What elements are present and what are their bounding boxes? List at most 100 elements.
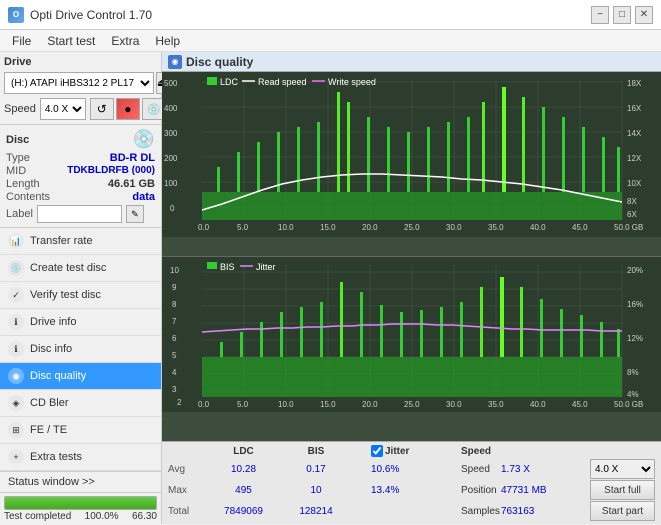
label-edit-button[interactable]: ✎ — [126, 205, 144, 223]
svg-text:15.0: 15.0 — [320, 400, 336, 409]
svg-text:4%: 4% — [627, 390, 639, 399]
ldc-max-value: 495 — [206, 485, 281, 496]
svg-text:0.0: 0.0 — [198, 223, 210, 232]
svg-text:5.0: 5.0 — [237, 400, 249, 409]
sidebar-item-disc-info[interactable]: ℹ Disc info — [0, 336, 161, 363]
right-panel: ◉ Disc quality — [162, 52, 661, 524]
svg-text:45.0: 45.0 — [572, 400, 588, 409]
start-part-button[interactable]: Start part — [590, 501, 655, 521]
position-static-label: Position — [461, 485, 501, 496]
jitter-checkbox-row: Jitter — [371, 445, 461, 457]
speed-test-select[interactable]: 4.0 X — [590, 459, 655, 479]
svg-text:200: 200 — [164, 154, 178, 163]
progress-value: 100.0% — [85, 511, 119, 522]
nav-disc-quality-label: Disc quality — [30, 370, 86, 382]
menu-help[interactable]: Help — [147, 32, 188, 50]
start-full-button[interactable]: Start full — [590, 480, 655, 500]
speed-column-header: Speed — [461, 446, 501, 457]
jitter-header: Jitter — [385, 446, 409, 457]
sidebar-item-fe-te[interactable]: ⊞ FE / TE — [0, 417, 161, 444]
svg-text:10: 10 — [170, 266, 179, 275]
svg-text:10.0: 10.0 — [278, 223, 294, 232]
svg-text:300: 300 — [164, 129, 178, 138]
contents-label: Contents — [6, 191, 50, 203]
refresh-speed-button[interactable]: ↺ — [90, 98, 114, 120]
sidebar-item-verify-test-disc[interactable]: ✓ Verify test disc — [0, 282, 161, 309]
nav-create-test-label: Create test disc — [30, 262, 106, 274]
menu-start-test[interactable]: Start test — [39, 32, 103, 50]
svg-text:20.0: 20.0 — [362, 223, 378, 232]
svg-text:3: 3 — [172, 385, 177, 394]
svg-text:12X: 12X — [627, 154, 642, 163]
stats-panel: LDC BIS Jitter Speed Avg 10.28 0.17 10.6… — [162, 441, 661, 524]
menu-file[interactable]: File — [4, 32, 39, 50]
nav-cd-bler-label: CD Bler — [30, 397, 69, 409]
disc-label-input[interactable] — [37, 205, 122, 223]
type-label: Type — [6, 152, 30, 164]
svg-text:0.0: 0.0 — [198, 400, 210, 409]
status-window-button[interactable]: Status window >> — [0, 472, 161, 493]
maximize-button[interactable]: □ — [613, 6, 631, 24]
svg-text:20%: 20% — [627, 266, 643, 275]
title-bar-text: Opti Drive Control 1.70 — [30, 8, 152, 22]
sidebar-item-extra-tests[interactable]: + Extra tests — [0, 444, 161, 471]
bis-avg-value: 0.17 — [281, 464, 351, 475]
transfer-rate-icon: 📊 — [8, 233, 24, 249]
jitter-checkbox[interactable] — [371, 445, 383, 457]
ldc-avg-value: 10.28 — [206, 464, 281, 475]
total-label: Total — [168, 506, 206, 517]
sidebar-item-transfer-rate[interactable]: 📊 Transfer rate — [0, 228, 161, 255]
status-window-label: Status window >> — [8, 476, 95, 488]
status-bar-left: Status window >> Test completed 100.0% 6… — [0, 471, 161, 525]
disc-info-icon: ℹ — [8, 341, 24, 357]
disc-section-title: Disc — [6, 134, 29, 146]
disc-quality-title: Disc quality — [186, 55, 253, 69]
svg-text:10.0: 10.0 — [278, 400, 294, 409]
disc-quality-icon: ◉ — [8, 368, 24, 384]
svg-text:30.0: 30.0 — [446, 223, 462, 232]
sidebar-item-cd-bler[interactable]: ◈ CD Bler — [0, 390, 161, 417]
minimize-button[interactable]: − — [591, 6, 609, 24]
sidebar-item-disc-quality[interactable]: ◉ Disc quality — [0, 363, 161, 390]
speed-label: Speed — [4, 103, 36, 115]
svg-text:100: 100 — [164, 179, 178, 188]
speed-static-label: Speed — [461, 464, 501, 475]
main-layout: Drive (H:) ATAPI iHBS312 2 PL17 ⏏ Speed … — [0, 52, 661, 524]
charts-container: LDC Read speed Write speed 500 400 300 2… — [162, 72, 661, 441]
disc-action-button1[interactable]: ● — [116, 98, 140, 120]
svg-text:16%: 16% — [627, 300, 643, 309]
jitter-avg-value: 10.6% — [371, 464, 461, 475]
svg-text:Jitter: Jitter — [256, 262, 276, 272]
status-text: Test completed — [4, 511, 71, 522]
sidebar-item-create-test-disc[interactable]: 💿 Create test disc — [0, 255, 161, 282]
svg-text:16X: 16X — [627, 104, 642, 113]
drive-select[interactable]: (H:) ATAPI iHBS312 2 PL17 — [4, 72, 154, 94]
progress-bar-container — [4, 496, 157, 510]
svg-text:25.0: 25.0 — [404, 223, 420, 232]
nav-fe-te-label: FE / TE — [30, 424, 67, 436]
top-chart-svg: LDC Read speed Write speed 500 400 300 2… — [162, 72, 661, 237]
svg-text:30.0: 30.0 — [446, 400, 462, 409]
nav-list: 📊 Transfer rate 💿 Create test disc ✓ Ver… — [0, 228, 161, 471]
svg-text:20.0: 20.0 — [362, 400, 378, 409]
bis-total-value: 128214 — [281, 506, 351, 517]
ldc-total-value: 7849069 — [206, 506, 281, 517]
type-value: BD-R DL — [110, 152, 155, 164]
menu-extra[interactable]: Extra — [103, 32, 147, 50]
bottom-chart-svg: BIS Jitter 10 9 8 7 6 5 4 3 2 20% — [162, 257, 661, 412]
create-test-icon: 💿 — [8, 260, 24, 276]
svg-text:40.0: 40.0 — [530, 223, 546, 232]
length-value: 46.61 GB — [108, 178, 155, 190]
verify-test-icon: ✓ — [8, 287, 24, 303]
disc-quality-header: ◉ Disc quality — [162, 52, 661, 72]
drive-label: Drive — [4, 56, 32, 68]
max-label: Max — [168, 485, 206, 496]
sidebar-item-drive-info[interactable]: ℹ Drive info — [0, 309, 161, 336]
speed-select[interactable]: 4.0 X — [40, 98, 86, 120]
svg-text:8: 8 — [172, 300, 177, 309]
sidebar: Drive (H:) ATAPI iHBS312 2 PL17 ⏏ Speed … — [0, 52, 162, 524]
svg-text:7: 7 — [172, 317, 177, 326]
close-button[interactable]: ✕ — [635, 6, 653, 24]
svg-text:5.0: 5.0 — [237, 223, 249, 232]
nav-extra-tests-label: Extra tests — [30, 451, 82, 463]
